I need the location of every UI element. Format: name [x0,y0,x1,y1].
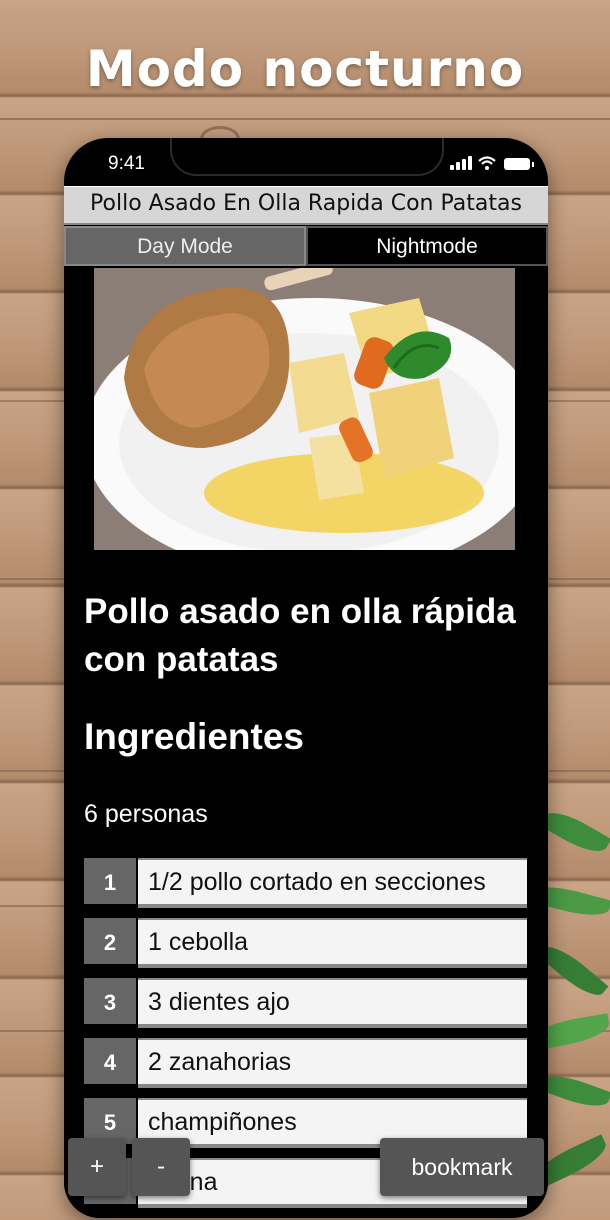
ingredient-text: 1/2 pollo cortado en secciones [138,858,527,908]
servings-text: 6 personas [84,800,208,828]
ingredient-number: 3 [84,978,136,1024]
recipe-title: Pollo asado en olla rápida con patatas [84,592,516,679]
list-item: 3 3 dientes ajo [84,978,527,1028]
tab-day-mode[interactable]: Day Mode [64,226,306,266]
ingredient-text: 2 zanahorias [138,1038,527,1088]
battery-icon [504,158,534,170]
list-item: 1 1/2 pollo cortado en secciones [84,858,527,908]
ingredient-text: 3 dientes ajo [138,978,527,1028]
mode-tabs: Day Mode Nightmode [64,226,548,266]
phone-frame: 9:41 Pollo Asado En Olla Rapida Con Pata… [64,138,548,1218]
status-time: 9:41 [108,153,145,174]
ingredients-heading: Ingredientes [84,716,304,757]
ingredient-number: 2 [84,918,136,964]
phone-notch [170,138,444,176]
list-item: 2 1 cebolla [84,918,527,968]
zoom-in-button[interactable]: + [68,1138,126,1196]
wifi-icon [478,156,496,170]
tab-nightmode[interactable]: Nightmode [306,226,548,266]
ingredient-number: 1 [84,858,136,904]
ingredient-number: 4 [84,1038,136,1084]
signal-icon [450,156,472,170]
app-title-bar: Pollo Asado En Olla Rapida Con Patatas [64,186,548,225]
recipe-photo [94,268,515,550]
recipe-content: Pollo asado en olla rápida con patatas I… [64,268,548,1218]
promo-title: Modo nocturno [85,40,525,98]
zoom-out-button[interactable]: - [132,1138,190,1196]
ingredient-text: 1 cebolla [138,918,527,968]
status-bar: 9:41 [64,138,548,186]
list-item: 4 2 zanahorias [84,1038,527,1088]
bookmark-button[interactable]: bookmark [380,1138,544,1196]
